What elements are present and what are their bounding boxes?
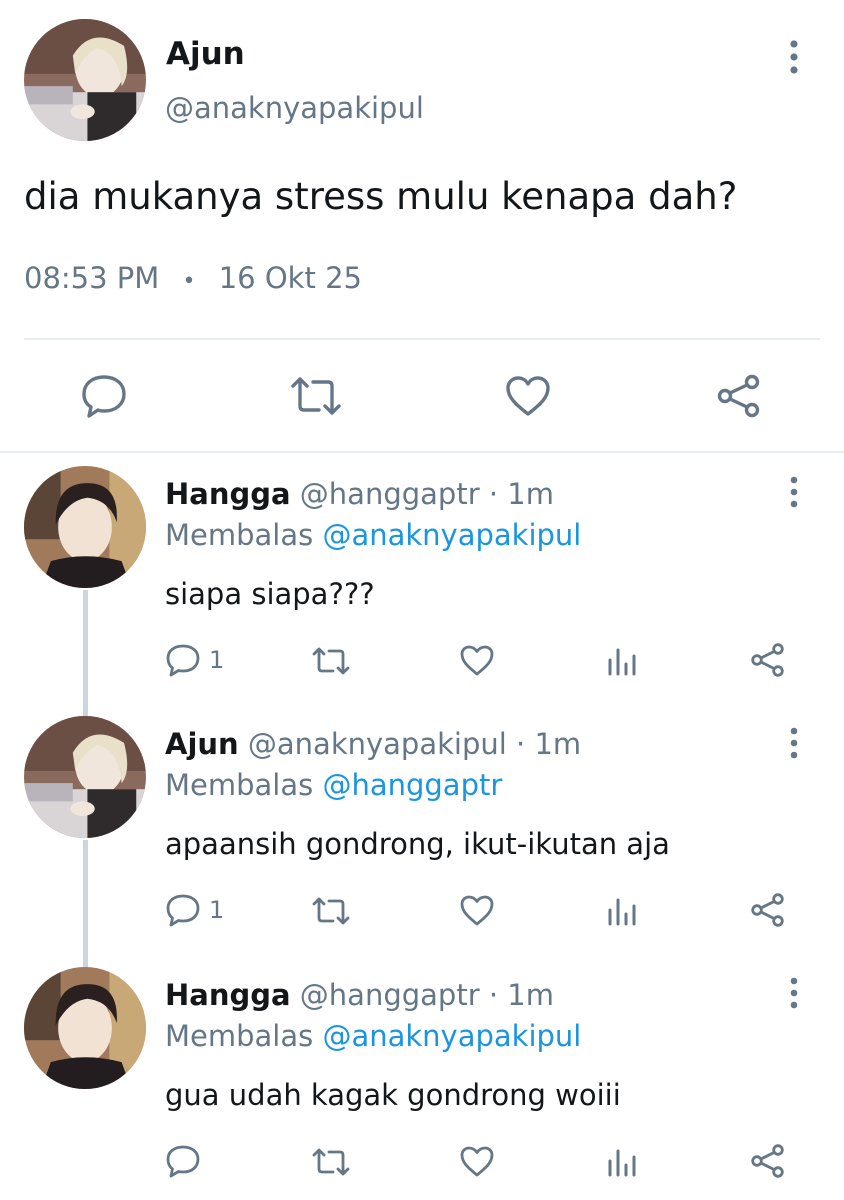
retweet-button[interactable] xyxy=(311,1147,351,1177)
share-icon xyxy=(716,374,762,418)
reply-header: Hangga @hanggaptr · 1m xyxy=(165,975,554,1015)
reply-header: Hangga @hanggaptr · 1m xyxy=(165,474,554,514)
tweet-time: 08:53 PM xyxy=(24,261,160,295)
heart-icon xyxy=(459,644,495,676)
retweet-button[interactable] xyxy=(289,376,343,416)
more-options-button[interactable] xyxy=(787,977,801,1009)
author-name[interactable]: Ajun xyxy=(166,34,245,74)
replying-to-link[interactable]: @hanggaptr xyxy=(322,768,502,802)
reply-author-handle[interactable]: @hanggaptr xyxy=(300,978,480,1012)
replying-label: Membalas xyxy=(165,1019,314,1053)
like-button[interactable] xyxy=(459,644,495,676)
more-vertical-icon xyxy=(787,977,801,1009)
retweet-icon xyxy=(289,376,343,416)
reply-button[interactable] xyxy=(165,1144,209,1178)
avatar-ajun[interactable] xyxy=(24,19,146,141)
retweet-icon xyxy=(311,896,351,926)
replying-to-link[interactable]: @anaknyapakipul xyxy=(322,1019,581,1053)
analytics-button[interactable] xyxy=(607,1147,637,1177)
thread-line xyxy=(83,590,88,720)
retweet-icon xyxy=(311,1147,351,1177)
analytics-button[interactable] xyxy=(607,896,637,926)
heart-icon xyxy=(459,1145,495,1177)
replying-label: Membalas xyxy=(165,518,314,552)
retweet-icon xyxy=(311,646,351,676)
share-button[interactable] xyxy=(716,374,762,418)
like-button[interactable] xyxy=(459,894,495,926)
more-options-button[interactable] xyxy=(787,727,801,759)
reply-time: · 1m xyxy=(488,978,554,1012)
thread-line xyxy=(83,840,88,970)
replying-label: Membalas xyxy=(165,768,314,802)
share-button[interactable] xyxy=(750,643,786,677)
share-icon xyxy=(750,1144,786,1178)
replying-to: Membalas @anaknyapakipul xyxy=(165,1016,581,1056)
divider xyxy=(24,338,820,340)
reply-button[interactable]: 1 xyxy=(165,893,224,927)
replying-to: Membalas @anaknyapakipul xyxy=(165,515,581,555)
tweet-meta: 08:53 PM • 16 Okt 25 xyxy=(24,258,362,302)
tweet-text: dia mukanya stress mulu kenapa dah? xyxy=(24,175,738,218)
divider xyxy=(0,451,844,453)
reply-author-handle[interactable]: @anaknyapakipul xyxy=(248,727,507,761)
replying-to: Membalas @hanggaptr xyxy=(165,765,502,805)
replying-to-link[interactable]: @anaknyapakipul xyxy=(322,518,581,552)
reply-time: · 1m xyxy=(516,727,582,761)
reply-text: apaansih gondrong, ikut-ikutan aja xyxy=(165,827,670,861)
author-handle[interactable]: @anaknyapakipul xyxy=(165,88,424,128)
like-button[interactable] xyxy=(459,1145,495,1177)
meta-separator: • xyxy=(182,269,196,294)
avatar-ajun[interactable] xyxy=(24,716,146,838)
share-button[interactable] xyxy=(750,893,786,927)
reply-icon xyxy=(165,1144,201,1178)
reply-author-name[interactable]: Hangga xyxy=(165,477,291,511)
more-vertical-icon xyxy=(787,476,801,508)
tweet-date: 16 Okt 25 xyxy=(218,261,362,295)
more-vertical-icon xyxy=(787,727,801,759)
retweet-button[interactable] xyxy=(311,896,351,926)
retweet-button[interactable] xyxy=(311,646,351,676)
reply-button[interactable]: 1 xyxy=(165,643,224,677)
reply-icon xyxy=(80,373,128,419)
avatar-hangga[interactable] xyxy=(24,466,146,588)
more-options-button[interactable] xyxy=(787,40,801,76)
avatar-hangga[interactable] xyxy=(24,967,146,1089)
reply-icon xyxy=(165,643,201,677)
heart-icon xyxy=(459,894,495,926)
reply-count: 1 xyxy=(209,646,225,674)
reply-count: 1 xyxy=(209,896,225,924)
more-options-button[interactable] xyxy=(787,476,801,508)
reply-author-name[interactable]: Hangga xyxy=(165,978,291,1012)
reply-button[interactable] xyxy=(80,373,128,419)
reply-icon xyxy=(165,893,201,927)
analytics-icon xyxy=(607,646,637,676)
reply-author-name[interactable]: Ajun xyxy=(165,727,239,761)
reply-text: siapa siapa??? xyxy=(165,577,375,611)
analytics-icon xyxy=(607,896,637,926)
reply-author-handle[interactable]: @hanggaptr xyxy=(300,477,480,511)
reply-header: Ajun @anaknyapakipul · 1m xyxy=(165,724,581,764)
reply-text: gua udah kagak gondrong woiii xyxy=(165,1078,621,1112)
share-icon xyxy=(750,643,786,677)
heart-icon xyxy=(505,375,551,417)
more-vertical-icon xyxy=(787,40,801,76)
analytics-icon xyxy=(607,1147,637,1177)
analytics-button[interactable] xyxy=(607,646,637,676)
like-button[interactable] xyxy=(505,375,551,417)
share-icon xyxy=(750,893,786,927)
reply-time: · 1m xyxy=(488,477,554,511)
share-button[interactable] xyxy=(750,1144,786,1178)
